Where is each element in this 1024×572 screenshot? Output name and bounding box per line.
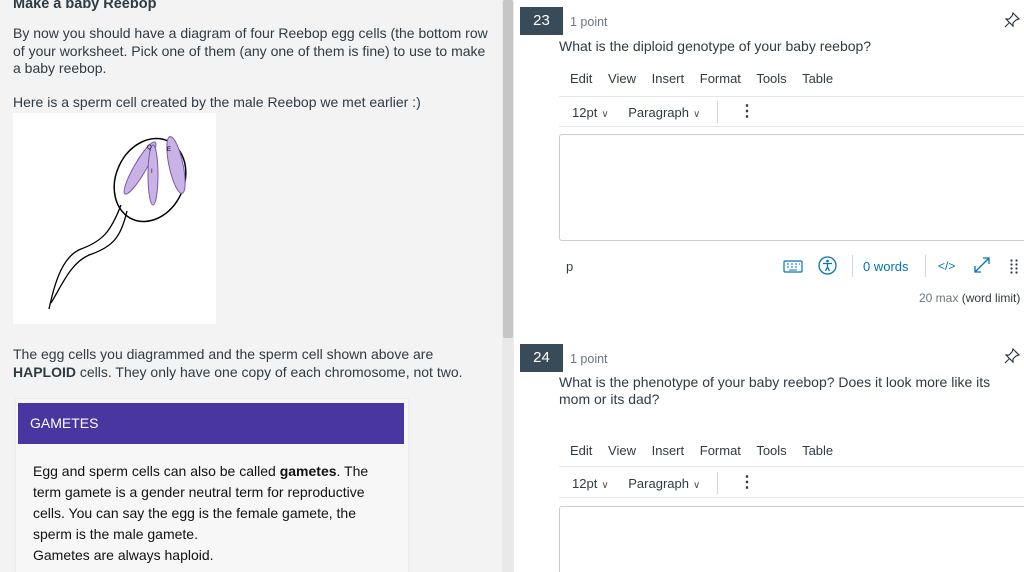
question-number-badge: 24 [520,344,563,372]
menu-edit[interactable]: Edit [570,443,592,458]
pin-icon[interactable] [1004,348,1020,364]
font-size-value: 12pt [572,105,598,120]
word-limit-count: 20 max [919,291,959,305]
element-path[interactable]: p [566,259,573,274]
gametes-text-pre: Egg and sperm cells can also be called [33,463,280,479]
menu-tools[interactable]: Tools [756,71,786,86]
fullscreen-icon[interactable] [972,255,992,275]
menu-format[interactable]: Format [700,71,741,86]
resize-handle-icon[interactable] [1009,258,1019,274]
divider [559,466,1024,467]
sperm-cell-drawing: Q E I [48,136,187,310]
editor-toolbar: 12pt ∨ Paragraph ∨ [572,476,700,491]
answer-editor[interactable] [559,506,1024,572]
toolbar-divider [717,472,718,494]
menu-tools[interactable]: Tools [756,443,786,458]
status-divider [925,255,926,277]
menu-table[interactable]: Table [802,71,833,86]
pin-icon[interactable] [1004,12,1020,28]
haploid-bold: HAPLOID [13,363,76,380]
question-text: What is the phenotype of your baby reebo… [559,374,991,407]
editor-toolbar: 12pt ∨ Paragraph ∨ [572,105,700,120]
menu-view[interactable]: View [608,443,636,458]
more-options-icon[interactable]: ⋮ [739,472,755,492]
block-format-select[interactable]: Paragraph ∨ [628,105,700,120]
menu-view[interactable]: View [608,71,636,86]
questions-pane: 23 1 point What is the diploid genotype … [514,0,1024,572]
editor-menubar: Edit View Insert Format Tools Table [570,71,845,86]
more-options-icon[interactable]: ⋮ [739,101,755,121]
answer-editor[interactable] [559,134,1024,241]
word-limit: 20 max (word limit) [919,291,1020,305]
gametes-haploid-note: Gametes are always haploid. [33,547,214,563]
word-count[interactable]: 0 words [863,259,909,274]
block-format-value: Paragraph [628,476,689,491]
sperm-cell-image: Q E I [13,113,216,324]
section-title: Make a baby Reebop [13,0,157,12]
chromosome-label-q: Q [147,145,152,151]
gametes-body: Egg and sperm cells can also be called g… [33,461,383,566]
font-size-value: 12pt [572,476,598,491]
content-pane: Make a baby Reebop By now you should hav… [0,0,502,572]
content-scrollbar-thumb[interactable] [503,0,513,338]
word-limit-label: (word limit) [961,291,1021,305]
menu-table[interactable]: Table [802,443,833,458]
chevron-down-icon: ∨ [692,109,701,120]
chevron-down-icon: ∨ [601,480,609,491]
font-size-select[interactable]: 12pt ∨ [572,476,609,491]
accessibility-icon[interactable] [818,256,837,275]
divider [559,96,1024,97]
chromosome-label-e: E [167,147,171,153]
gametes-title: GAMETES [18,403,404,444]
editor-menubar: Edit View Insert Format Tools Table [570,443,845,458]
menu-format[interactable]: Format [700,443,741,458]
menu-insert[interactable]: Insert [652,71,685,86]
divider [559,126,1024,127]
toolbar-divider [717,101,718,123]
menu-insert[interactable]: Insert [652,443,685,458]
question-points: 1 point [570,352,608,366]
editor-statusbar: p 0 words </> [559,252,1024,280]
haploid-text-pre: The egg cells you diagrammed and the spe… [13,346,434,362]
question-text: What is the diploid genotype of your bab… [559,38,872,54]
keyboard-icon[interactable] [783,258,803,274]
question-points: 1 point [570,15,608,29]
gametes-callout: GAMETES Egg and sperm cells can also be … [15,398,409,572]
gametes-bold: gametes [279,463,337,479]
chevron-down-icon: ∨ [601,109,609,120]
haploid-text-post: cells. They only have one copy of each c… [76,363,463,380]
html-editor-toggle[interactable]: </> [938,259,955,273]
haploid-paragraph: The egg cells you diagrammed and the spe… [13,346,488,381]
chevron-down-icon: ∨ [692,480,701,491]
question-number-badge: 23 [520,7,563,35]
menu-edit[interactable]: Edit [570,71,592,86]
block-format-value: Paragraph [628,105,689,120]
sperm-caption: Here is a sperm cell created by the male… [13,94,421,110]
intro-text: By now you should have a diagram of four… [13,25,488,76]
block-format-select[interactable]: Paragraph ∨ [628,476,700,491]
font-size-select[interactable]: 12pt ∨ [572,105,609,120]
divider [559,497,1024,498]
status-divider [852,255,853,277]
